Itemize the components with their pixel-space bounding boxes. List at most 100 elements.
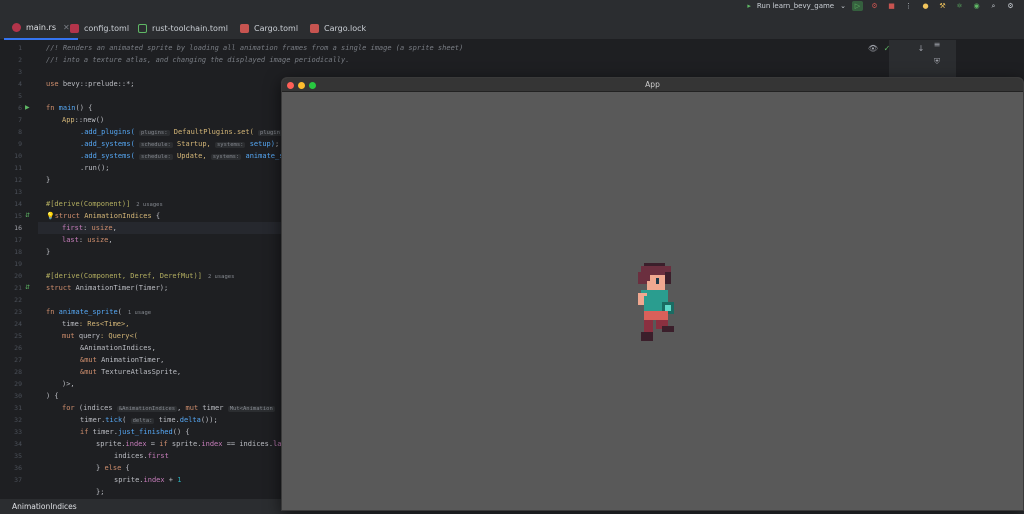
editor-tab-bar: main.rs ✕ config.toml rust-toolchain.tom… [0,0,1024,40]
line-number: 20 [14,272,22,280]
line-number: 12 [14,176,22,184]
tab-label: rust-toolchain.toml [152,23,228,33]
line-number: 37 [14,476,22,484]
line-number: 28 [14,368,22,376]
line-number: 34 [14,440,22,448]
close-window-button[interactable] [287,82,294,89]
code-line: fn animate_sprite(1 usage [46,308,152,316]
code-line: mut query: Query<( [62,332,138,340]
chevron-down-icon[interactable]: ⌄ [840,2,846,10]
rust-file-icon [12,22,21,32]
run-config-icon: ▸ [747,2,751,10]
cargo-file-icon [310,23,319,33]
arrow-down-icon[interactable]: ↓ [915,42,927,54]
line-number: 23 [14,308,22,316]
code-line: sprite.index = if sprite.index == indice… [96,440,282,448]
code-line: fn main() { [46,104,93,112]
code-line: indices.first [114,452,169,460]
hammer-icon[interactable]: ⚒ [937,1,948,11]
tab-label: main.rs [26,22,56,32]
line-number: 21 [14,284,22,292]
line-number: 4 [18,80,22,88]
debug-icon[interactable]: ⚙ [869,1,880,11]
run-gutter-icon[interactable]: ▶ [25,102,30,114]
line-number: 35 [14,452,22,460]
code-line: } else { [96,464,130,472]
implementations-gutter-icon[interactable]: ⇵ [25,282,30,294]
shield-icon[interactable]: ⛨ [931,56,943,68]
tab-config-toml[interactable]: config.toml [62,16,137,40]
code-line: ) { [46,392,59,400]
code-line: use bevy::prelude::*; [46,80,135,88]
code-line: struct AnimationTimer(Timer); [46,284,169,292]
line-gutter: 1 2 3 4 5 6 7 8 9 10 11 12 13 14 15 16 1… [0,40,38,498]
usages-hint[interactable]: 2 usages [208,274,235,280]
line-number: 27 [14,356,22,364]
tab-rust-toolchain-toml[interactable]: rust-toolchain.toml [130,16,236,40]
users-icon[interactable]: ● [920,1,931,11]
line-number: 24 [14,320,22,328]
code-line: #[derive(Component, Deref, DerefMut)] 2 u… [46,272,235,280]
cargo-file-icon [240,23,249,33]
code-line: last: usize, [62,236,113,244]
code-line: App::new() [62,116,105,124]
line-number: 5 [18,92,22,100]
animated-character-sprite [638,263,674,341]
code-line: first: usize, [62,224,117,232]
code-line: &mut AnimationTimer, [80,356,165,364]
record-icon[interactable]: ◉ [971,1,982,11]
code-line: } [46,176,51,184]
usages-hint[interactable]: 2 usages [136,202,163,208]
breadcrumb[interactable]: AnimationIndices [12,502,77,511]
tab-label: Cargo.lock [324,23,367,33]
run-configuration-selector[interactable]: Run learn_bevy_game [757,2,834,10]
line-number: 2 [18,56,22,64]
code-line: .run(); [80,164,110,172]
database-icon[interactable]: ≡ [931,40,943,50]
line-number: 32 [14,416,22,424]
atom-icon[interactable]: ⚛ [954,1,965,11]
code-line: .add_plugins( plugins: DefaultPlugins.se… [80,128,298,136]
line-number: 22 [14,296,22,304]
code-line: &mut TextureAtlasSprite, [80,368,182,376]
code-line: 💡struct AnimationIndices { [46,212,161,220]
line-number: 11 [14,164,22,172]
more-vertical-icon[interactable]: ⋮ [903,1,914,11]
line-number: 30 [14,392,22,400]
code-line: //! into a texture atlas, and changing t… [46,56,350,64]
app-window-title: App [645,80,660,89]
app-window[interactable]: App [281,77,1024,511]
line-number: 6 [18,104,22,112]
minimize-window-button[interactable] [298,82,305,89]
code-line: &AnimationIndices, [80,344,156,352]
tab-cargo-toml[interactable]: Cargo.toml [232,16,306,40]
maximize-window-button[interactable] [309,82,316,89]
line-number: 3 [18,68,22,76]
line-number: 31 [14,404,22,412]
search-icon[interactable]: ⌕ [988,1,999,11]
reader-mode-icon[interactable]: 👁 [867,42,879,54]
toml-file-icon [138,23,147,33]
line-number: 15 [14,212,22,220]
line-number: 19 [14,260,22,268]
line-number: 14 [14,200,22,208]
top-toolbar: ▸ Run learn_bevy_game ⌄ ▷ ⚙ ■ ⋮ ● ⚒ ⚛ ◉ … [747,0,1024,12]
usages-hint[interactable]: 1 usage [128,310,151,316]
code-line: //! Renders an animated sprite by loadin… [46,44,464,52]
check-icon: ✓ [883,43,891,53]
code-line: for (indices &AnimationIndices, mut time… [62,404,275,412]
stop-icon[interactable]: ■ [886,1,897,11]
line-number: 36 [14,464,22,472]
app-title-bar[interactable]: App [282,78,1023,92]
lightbulb-icon[interactable]: 💡 [46,212,55,220]
code-line: }; [96,488,105,496]
run-icon[interactable]: ▷ [852,1,863,11]
line-number: 1 [18,44,22,52]
tab-cargo-lock[interactable]: Cargo.lock [302,16,374,40]
line-number: 26 [14,344,22,352]
line-number: 9 [18,140,22,148]
settings-icon[interactable]: ⚙ [1005,1,1016,11]
implementations-gutter-icon[interactable]: ⇵ [25,210,30,222]
line-number: 29 [14,380,22,388]
tab-label: Cargo.toml [254,23,299,33]
